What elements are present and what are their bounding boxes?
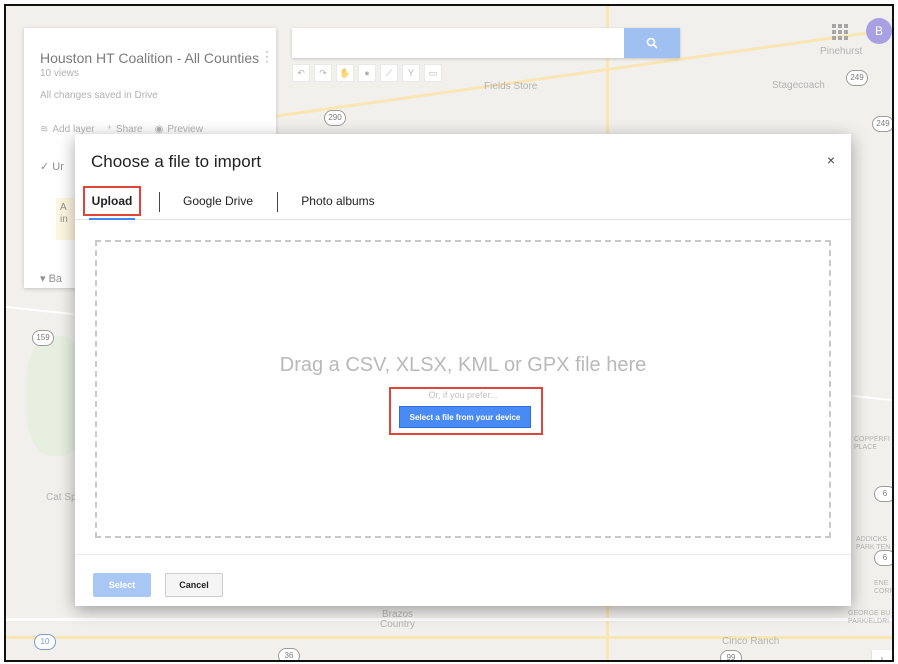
cancel-button[interactable]: Cancel: [165, 573, 223, 597]
import-source-tabs: Upload Google Drive Photo albums: [75, 182, 851, 220]
active-tab-indicator: [89, 218, 135, 220]
tab-photo-albums[interactable]: Photo albums: [293, 182, 383, 220]
import-file-dialog: Choose a file to import × Upload Google …: [75, 134, 851, 606]
dialog-title: Choose a file to import: [91, 152, 262, 171]
tab-divider: [277, 192, 278, 212]
tab-divider: [159, 192, 160, 212]
file-drop-zone[interactable]: Drag a CSV, XLSX, KML or GPX file here O…: [95, 240, 831, 538]
close-icon[interactable]: ×: [827, 152, 835, 168]
screenshot-frame: Pinehurst Stagecoach Fields Store Cat Sp…: [4, 4, 894, 662]
dialog-footer: Select Cancel: [75, 554, 851, 606]
select-button[interactable]: Select: [93, 573, 151, 597]
tab-google-drive[interactable]: Google Drive: [173, 182, 263, 220]
upload-tab-highlight-box: [83, 186, 141, 216]
select-file-highlight-box: [389, 387, 543, 435]
drop-instructions: Drag a CSV, XLSX, KML or GPX file here: [279, 354, 647, 376]
